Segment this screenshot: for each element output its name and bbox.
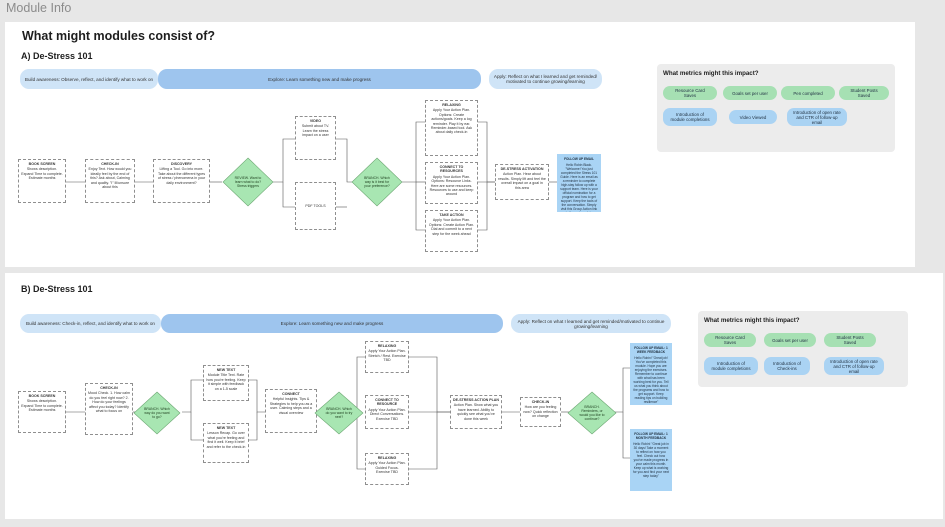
decision-diamond-branch-3: BRANCH. Reminders, or would you like to … bbox=[567, 391, 617, 435]
node-connect: CONNECT Helpful Insights. Tips & Strateg… bbox=[265, 389, 317, 433]
metric-pill: Goals set per user bbox=[764, 333, 816, 347]
metric-pill: Resource Card Saves bbox=[704, 333, 756, 347]
metrics-panel-a: What metrics might this impact? Resource… bbox=[657, 64, 895, 152]
diamond-label: REVIEW. Want to learn what to do? Stress… bbox=[234, 176, 262, 188]
node-body: Mood Check. 1. How calm do you feel righ… bbox=[88, 391, 130, 414]
decision-diamond-review: REVIEW. Want to learn what to do? Stress… bbox=[222, 157, 274, 207]
node-video: VIDEO Submit about TV. Learn the stress … bbox=[295, 116, 336, 160]
decision-diamond-branch-2: BRANCH. Which do you want to try next? bbox=[314, 391, 364, 435]
node-title: RELAXING bbox=[442, 103, 461, 107]
window-titlebar: Module Info bbox=[0, 0, 945, 19]
node-title: BOOK SCREEN bbox=[28, 394, 56, 398]
diamond-label: BRANCH. Which way do you want to go? bbox=[144, 406, 170, 419]
node-new-text-1: NEW TEXT Module Title Text. Rate how you… bbox=[203, 365, 249, 401]
metric-pill: Introduction of open rate and CTR of fol… bbox=[787, 108, 847, 126]
metric-pill: Student Posts Saved bbox=[824, 333, 876, 347]
node-body: Module Title Text. Rate how you're feeli… bbox=[206, 373, 246, 391]
node-title: CONNECT bbox=[282, 392, 300, 396]
node-title: CHECK-IN bbox=[101, 162, 119, 166]
sticky-follow-up-1-week: FOLLOW UP EMAIL: 1 WEEK FEEDBACK Hello R… bbox=[630, 343, 672, 405]
metric-pill: Introduction of open rate and CTR of fol… bbox=[824, 357, 884, 375]
node-body: Action Plan. Show what you have learned.… bbox=[453, 403, 499, 421]
decision-diamond-branch: BRANCH. Which way is it best for your pr… bbox=[351, 157, 403, 207]
node-book-screen: BOOK SCREEN Shows description. Expand Ti… bbox=[18, 159, 66, 203]
metric-pill: Student Posts Saved bbox=[839, 86, 889, 100]
node-title: NEW TEXT bbox=[216, 368, 236, 372]
metric-pill: Introduction of Check-ins bbox=[764, 357, 810, 375]
node-title: CHECK-IN bbox=[100, 386, 118, 390]
node-body: Lesson Recap. Go over what you're feelin… bbox=[206, 431, 246, 449]
node-body: Helpful Insights. Tips & Strategies to h… bbox=[269, 397, 313, 415]
node-title: DISCOVERY bbox=[170, 162, 193, 166]
metric-pill: Resource Card Saves bbox=[663, 86, 717, 100]
node-body: Apply Your Action Plan. Options: Resourc… bbox=[429, 174, 474, 197]
node-title: NEW TEXT bbox=[216, 426, 236, 430]
node-destress-action-plan: DE-STRESS ACTION PLAN Action Plan. Show … bbox=[450, 395, 502, 429]
decision-diamond-branch-1: BRANCH. Which way do you want to go? bbox=[133, 391, 181, 435]
sticky-follow-up-email: FOLLOW UP EMAIL Hello Robin Black. "Welc… bbox=[557, 154, 601, 212]
node-book-screen: BOOK SCREEN Shows description. Expand Ti… bbox=[18, 391, 66, 433]
diamond-label: BRANCH. Which do you want to try next? bbox=[325, 406, 353, 419]
diamond-label: BRANCH. Which way is it best for your pr… bbox=[364, 176, 390, 188]
node-title: CONNECT TO RESOURCES bbox=[439, 165, 464, 174]
sticky-body: Hello Robin! "Great job in 30 days! Take… bbox=[633, 442, 669, 478]
metrics-title: What metrics might this impact? bbox=[663, 70, 759, 77]
metric-pill: Introduction of module completions bbox=[663, 108, 717, 126]
node-title: DE-STRESS ACTIVATION bbox=[500, 167, 544, 171]
metric-pill: Goals set per user bbox=[723, 86, 777, 100]
sticky-follow-up-1-month: FOLLOW UP EMAIL: 1 MONTH FEEDBACK Hello … bbox=[630, 429, 672, 491]
node-discovery: DISCOVERY Lifting a Tool. Go into more. … bbox=[153, 159, 210, 203]
node-title: TAKE ACTION bbox=[439, 213, 464, 217]
node-check-in: CHECK-IN Mood Check. 1. How calm do you … bbox=[85, 383, 133, 435]
node-title: VIDEO bbox=[309, 119, 322, 123]
node-body: Enjoy Text. How would you ideally feel b… bbox=[88, 167, 132, 190]
node-body: Lifting a Tool. Go into more. Take about… bbox=[157, 167, 206, 185]
section-b-panel: B) De-Stress 101 Build awareness: Check-… bbox=[5, 273, 943, 519]
node-body: Apply Your Action Plan. Options: Create … bbox=[430, 108, 473, 135]
node-title: CONNECT TO RESOURCE bbox=[375, 398, 399, 407]
node-body: Apply Your Action Plan. Direct Conversat… bbox=[368, 407, 406, 421]
metric-pill: Pen completed bbox=[781, 86, 835, 100]
node-check-out: CHECK-IN How are you feeling now? Quick … bbox=[520, 397, 561, 427]
node-body: Apply Your Action Plan. Options: Create … bbox=[428, 218, 475, 236]
node-option-connect: CONNECT TO RESOURCE Apply Your Action Pl… bbox=[365, 395, 409, 429]
node-connect-resources: CONNECT TO RESOURCES Apply Your Action P… bbox=[425, 162, 478, 204]
sticky-title: FOLLOW UP EMAIL: 1 WEEK FEEDBACK bbox=[634, 346, 668, 354]
node-body: Apply Your Action Plan. Stretch / Rest. … bbox=[368, 349, 406, 363]
metric-pill: Introduction of module completions bbox=[704, 357, 758, 375]
node-body: Action Plan. Hear about results. Simply … bbox=[498, 172, 546, 190]
window-title: Module Info bbox=[6, 1, 72, 15]
node-option-relaxing: RELAXING Apply Your Action Plan. Stretch… bbox=[365, 341, 409, 373]
node-body: How are you feeling now? Quick reflectio… bbox=[523, 405, 558, 419]
node-pdf-tools: PDF TOOLS bbox=[295, 182, 336, 230]
node-body: Submit about TV. Learn the stress impact… bbox=[301, 124, 330, 138]
node-title: RELAXING bbox=[377, 456, 397, 460]
metric-pill: Video Viewed bbox=[729, 110, 777, 124]
node-destress-activation: DE-STRESS ACTIVATION Action Plan. Hear a… bbox=[495, 164, 549, 200]
node-title: BOOK SCREEN bbox=[28, 162, 56, 166]
node-body: PDF TOOLS bbox=[305, 203, 326, 208]
section-a-panel: What might modules consist of? A) De-Str… bbox=[5, 22, 915, 267]
metrics-title: What metrics might this impact? bbox=[704, 317, 800, 324]
node-relaxing: RELAXING Apply Your Action Plan. Options… bbox=[425, 100, 478, 156]
sticky-title: FOLLOW UP EMAIL bbox=[564, 157, 594, 161]
node-new-text-2: NEW TEXT Lesson Recap. Go over what you'… bbox=[203, 423, 249, 463]
sticky-body: Hello Robin! "Great job! You've complete… bbox=[633, 356, 669, 404]
diamond-label: BRANCH. Reminders, or would you like to … bbox=[579, 404, 605, 421]
sticky-title: FOLLOW UP EMAIL: 1 MONTH FEEDBACK bbox=[634, 432, 668, 440]
metrics-panel-b: What metrics might this impact? Resource… bbox=[698, 311, 908, 387]
sticky-body: Hello Robin Black. "Welcome! You just co… bbox=[560, 163, 598, 212]
node-body: Shows description. Expand Time to comple… bbox=[21, 167, 63, 181]
node-title: DE-STRESS ACTION PLAN bbox=[453, 398, 499, 402]
node-option-guided: RELAXING Apply Your Action Plan. Guided … bbox=[365, 453, 409, 485]
node-title: RELAXING bbox=[377, 344, 397, 348]
node-title: CHECK-IN bbox=[531, 400, 550, 404]
node-check-in: CHECK-IN Enjoy Text. How would you ideal… bbox=[85, 159, 135, 203]
node-take-action: TAKE ACTION Apply Your Action Plan. Opti… bbox=[425, 210, 478, 252]
node-body: Apply Your Action Plan. Guided Focus. Ex… bbox=[368, 461, 406, 475]
node-body: Shows description. Expand Time to comple… bbox=[21, 399, 63, 413]
